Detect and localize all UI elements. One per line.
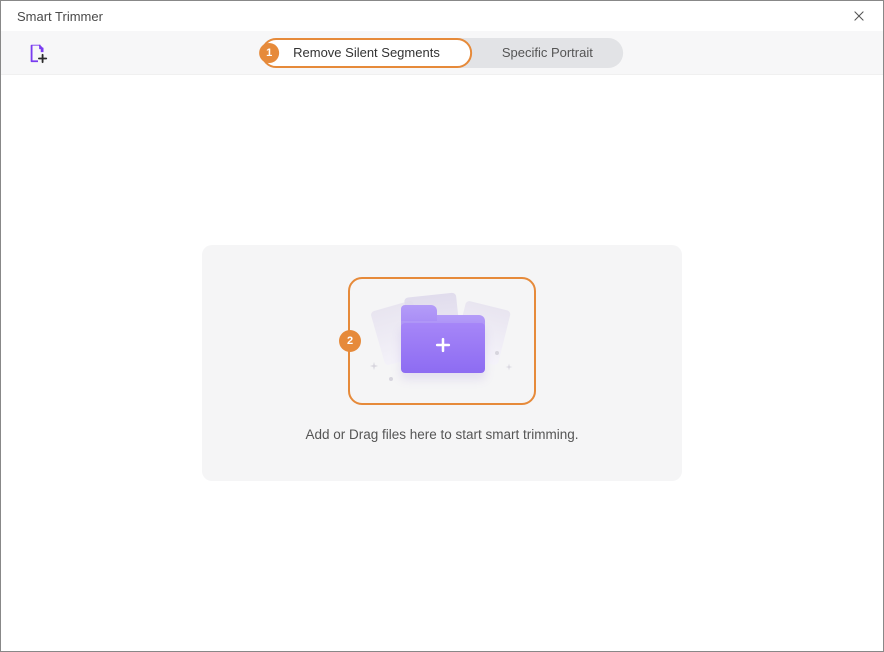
sparkle-icon	[369, 361, 379, 371]
file-drop-target[interactable]: 2	[348, 277, 536, 405]
tab-pill: 1 Remove Silent Segments Specific Portra…	[261, 38, 623, 68]
dot-icon	[495, 351, 499, 355]
close-button[interactable]	[849, 6, 869, 26]
tab-specific-portrait[interactable]: Specific Portrait	[472, 38, 623, 68]
window-title: Smart Trimmer	[17, 9, 103, 24]
sparkle-icon	[505, 363, 513, 371]
app-logo-icon	[27, 42, 49, 64]
folder-front-icon	[401, 323, 485, 373]
header-bar: 1 Remove Silent Segments Specific Portra…	[1, 31, 883, 75]
folder-illustration	[367, 291, 517, 391]
mode-tabs: 1 Remove Silent Segments Specific Portra…	[261, 38, 623, 68]
dot-icon	[389, 377, 393, 381]
titlebar: Smart Trimmer	[1, 1, 883, 31]
tab-label: Specific Portrait	[502, 45, 593, 60]
main-content: 2 Add or	[1, 75, 883, 651]
dropzone-caption: Add or Drag files here to start smart tr…	[305, 427, 578, 442]
step-badge-1: 1	[259, 43, 279, 63]
tab-label: Remove Silent Segments	[293, 45, 440, 60]
step-badge-2: 2	[339, 330, 361, 352]
dropzone-card: 2 Add or	[202, 245, 682, 481]
close-icon	[852, 9, 866, 23]
tab-remove-silent-segments[interactable]: 1 Remove Silent Segments	[261, 38, 472, 68]
plus-icon	[433, 335, 453, 360]
